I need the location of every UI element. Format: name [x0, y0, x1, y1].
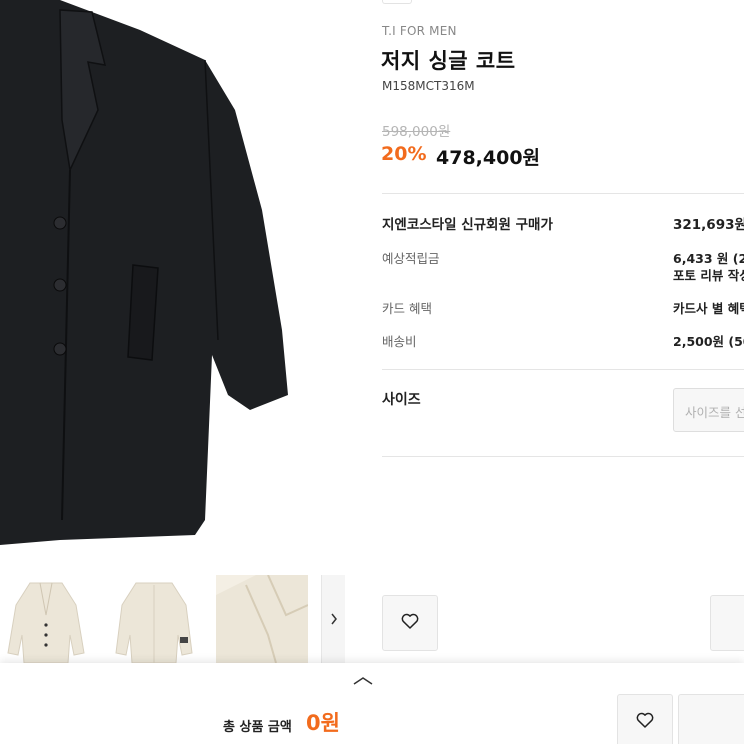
- size-select[interactable]: 사이즈를 선: [673, 388, 744, 432]
- product-main-image: [0, 0, 345, 565]
- product-code: M158MCT316M: [382, 79, 475, 93]
- thumbnail-back[interactable]: [108, 575, 200, 663]
- bottom-action-button[interactable]: [678, 694, 744, 744]
- thumbnail-detail[interactable]: [216, 575, 308, 663]
- thumbnail-strip: [0, 575, 345, 663]
- original-price: 598,000원: [382, 124, 451, 140]
- divider: [382, 369, 744, 370]
- card-benefit-label: 카드 혜택: [382, 301, 432, 316]
- total-price-label: 총 상품 금액: [223, 720, 292, 735]
- divider: [382, 456, 744, 457]
- shipping-value: 2,500원 (50,: [673, 334, 744, 349]
- chevron-up-icon: [353, 671, 373, 690]
- bottom-order-bar: 총 상품 금액 0원: [0, 663, 744, 744]
- wishlist-button[interactable]: [382, 595, 438, 651]
- brand-name: T.I FOR MEN: [382, 24, 457, 38]
- points-review-note: 포토 리뷰 작성: [673, 268, 744, 283]
- total-price-value: 0원: [306, 711, 340, 735]
- top-tab-edge: [382, 0, 412, 4]
- thumbnail-next-button[interactable]: [321, 575, 345, 663]
- heart-icon: [636, 712, 654, 732]
- divider: [382, 193, 744, 194]
- action-button[interactable]: [710, 595, 744, 651]
- discount-rate: 20%: [381, 143, 427, 165]
- collapse-toggle[interactable]: [350, 672, 376, 688]
- thumbnail-front[interactable]: [0, 575, 92, 663]
- chevron-right-icon: [330, 610, 338, 629]
- bottom-wishlist-button[interactable]: [617, 694, 673, 744]
- size-label: 사이즈: [382, 392, 421, 408]
- member-price-value: 321,693원: [673, 217, 744, 233]
- card-benefit-value[interactable]: 카드사 별 혜택: [673, 298, 744, 317]
- shipping-label: 배송비: [382, 334, 417, 349]
- product-title: 저지 싱글 코트: [381, 49, 516, 73]
- member-price-label: 지엔코스타일 신규회원 구매가: [382, 217, 553, 233]
- heart-icon: [401, 613, 419, 633]
- sale-price: 478,400원: [436, 147, 541, 169]
- points-label: 예상적립금: [382, 251, 440, 266]
